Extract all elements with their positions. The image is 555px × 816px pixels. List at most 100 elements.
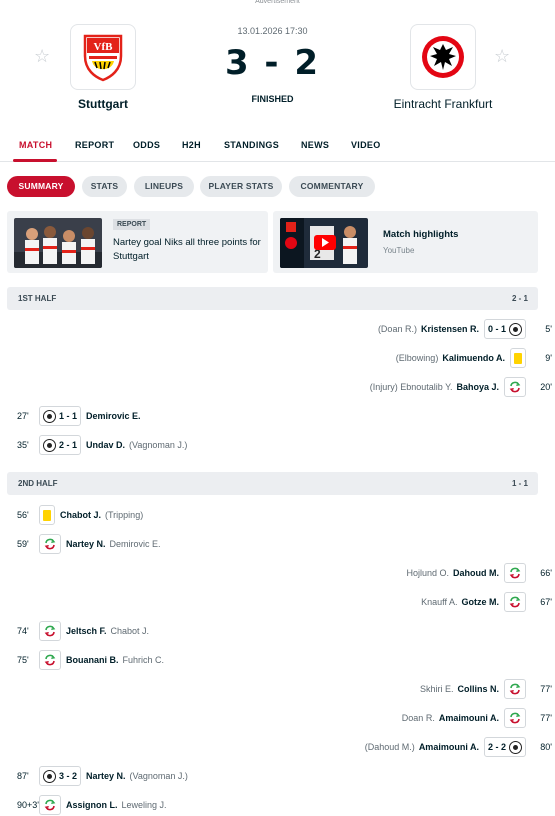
event-icon-box: 3 - 2 <box>39 766 82 786</box>
tab-video[interactable]: VIDEO <box>351 140 381 150</box>
event-row[interactable]: 75' Bouanani B. Fuhrich C. <box>17 649 164 671</box>
event-row[interactable]: 56' Chabot J. (Tripping) <box>17 504 143 526</box>
substitution-icon <box>43 653 57 667</box>
yellow-card-icon <box>514 352 522 364</box>
tab-odds[interactable]: ODDS <box>133 140 160 150</box>
yellow-card-icon <box>43 509 51 521</box>
first-half-header: 1ST HALF 2 - 1 <box>7 287 538 310</box>
event-player[interactable]: Bahoya J. <box>456 382 499 392</box>
event-minute: 66' <box>540 568 552 578</box>
video-title[interactable]: Match highlights <box>383 229 458 240</box>
away-team-logo[interactable] <box>410 24 476 90</box>
event-detail: Hojlund O. <box>406 568 449 578</box>
event-detail: (Injury) Ebnoutalib Y. <box>369 382 453 392</box>
summary-subtabs: SUMMARY STATS LINEUPS PLAYER STATS COMME… <box>0 176 555 198</box>
event-minute: 56' <box>17 510 29 520</box>
event-row[interactable]: 87' 3 - 2 Nartey N. (Vagnoman J.) <box>17 765 188 787</box>
event-icon-box <box>39 534 61 554</box>
event-detail: Knauff A. <box>421 597 458 607</box>
event-minute: 20' <box>540 382 552 392</box>
event-detail: (Dahoud M.) <box>364 742 415 752</box>
event-row[interactable]: 35' 2 - 1 Undav D. (Vagnoman J.) <box>17 434 187 456</box>
event-icon-box <box>510 348 526 368</box>
match-header: ☆ VfB Stuttgart 13.01.2026 17:30 3 - 2 F… <box>0 5 555 125</box>
report-title[interactable]: Nartey goal Niks all three points for St… <box>113 236 263 264</box>
event-minute: 59' <box>17 539 29 549</box>
event-row[interactable]: (Injury) Ebnoutalib Y. Bahoya J. 20' <box>369 376 552 398</box>
event-player[interactable]: Nartey N. <box>86 771 126 781</box>
away-team-name[interactable]: Eintracht Frankfurt <box>370 97 516 111</box>
event-player[interactable]: Gotze M. <box>462 597 500 607</box>
event-player[interactable]: Dahoud M. <box>453 568 499 578</box>
second-half-label: 2ND HALF <box>18 479 58 488</box>
event-row[interactable]: 74' Jeltsch F. Chabot J. <box>17 620 149 642</box>
event-icon-box: 2 - 1 <box>39 435 82 455</box>
tab-standings[interactable]: STANDINGS <box>224 140 279 150</box>
substitution-icon <box>43 624 57 638</box>
event-player[interactable]: Collins N. <box>457 684 499 694</box>
subtab-stats[interactable]: STATS <box>82 176 127 197</box>
event-detail: (Vagnoman J.) <box>129 440 188 450</box>
event-row[interactable]: (Elbowing) Kalimuendo A. 9' <box>396 347 552 369</box>
event-minute: 77' <box>540 713 552 723</box>
match-report-card[interactable]: REPORT Nartey goal Niks all three points… <box>7 211 268 273</box>
event-player[interactable]: Chabot J. <box>60 510 101 520</box>
tab-report[interactable]: REPORT <box>75 140 114 150</box>
event-row[interactable]: Doan R. Amaimouni A. 77' <box>401 707 552 729</box>
event-player[interactable]: Assignon L. <box>66 800 118 810</box>
second-half-header: 2ND HALF 1 - 1 <box>7 472 538 495</box>
event-player[interactable]: Nartey N. <box>66 539 106 549</box>
event-icon-box: 2 - 2 <box>483 737 526 757</box>
event-row[interactable]: (Dahoud M.) Amaimouni A. 2 - 2 80' <box>364 736 552 758</box>
event-player[interactable]: Amaimouni A. <box>439 713 499 723</box>
event-player[interactable]: Kristensen R. <box>421 324 479 334</box>
substitution-icon <box>508 566 522 580</box>
event-row[interactable]: 59' Nartey N. Demirovic E. <box>17 533 161 555</box>
event-icon-box <box>504 377 526 397</box>
event-row[interactable]: 90+3' Assignon L. Leweling J. <box>17 794 167 816</box>
first-half-score: 2 - 1 <box>511 294 528 303</box>
event-row[interactable]: Knauff A. Gotze M. 67' <box>421 591 552 613</box>
substitution-icon <box>508 595 522 609</box>
event-detail: Fuhrich C. <box>122 655 165 665</box>
event-row[interactable]: 27' 1 - 1 Demirovic E. <box>17 405 145 427</box>
event-detail: Doan R. <box>401 713 435 723</box>
subtab-commentary[interactable]: COMMENTARY <box>289 176 375 197</box>
event-player[interactable]: Kalimuendo A. <box>442 353 505 363</box>
substitution-icon <box>508 711 522 725</box>
tab-news[interactable]: NEWS <box>301 140 329 150</box>
event-player[interactable]: Amaimouni A. <box>419 742 479 752</box>
tab-h2h[interactable]: H2H <box>182 140 201 150</box>
highlights-video-card[interactable]: 3 2 Match highlights YouTube <box>273 211 538 273</box>
event-detail: (Vagnoman J.) <box>129 771 188 781</box>
event-icon-box <box>39 795 61 815</box>
event-row[interactable]: Hojlund O. Dahoud M. 66' <box>406 562 552 584</box>
event-icon-box <box>504 708 526 728</box>
event-icon-box <box>504 592 526 612</box>
event-player[interactable]: Jeltsch F. <box>66 626 107 636</box>
event-row[interactable]: Skhiri E. Collins N. 77' <box>419 678 552 700</box>
youtube-play-icon[interactable] <box>314 235 336 250</box>
event-minute: 35' <box>17 440 29 450</box>
goal-ball-icon <box>43 769 56 783</box>
event-score: 2 - 1 <box>59 440 78 450</box>
event-player[interactable]: Demirovic E. <box>86 411 141 421</box>
report-thumbnail <box>14 218 102 268</box>
event-detail: Skhiri E. <box>419 684 454 694</box>
subtab-summary[interactable]: SUMMARY <box>7 176 75 197</box>
eintracht-frankfurt-crest-icon <box>422 36 464 78</box>
event-minute: 87' <box>17 771 29 781</box>
active-tab-indicator <box>13 159 57 162</box>
subtab-lineups[interactable]: LINEUPS <box>134 176 194 197</box>
event-minute: 80' <box>540 742 552 752</box>
event-player[interactable]: Bouanani B. <box>66 655 119 665</box>
favorite-away-star-icon[interactable]: ☆ <box>494 46 510 67</box>
event-icon-box <box>504 679 526 699</box>
substitution-icon <box>43 798 57 812</box>
subtab-player-stats[interactable]: PLAYER STATS <box>200 176 282 197</box>
tab-match[interactable]: MATCH <box>19 140 52 150</box>
event-minute: 90+3' <box>17 800 39 810</box>
event-minute: 75' <box>17 655 29 665</box>
event-player[interactable]: Undav D. <box>86 440 125 450</box>
event-row[interactable]: (Doan R.) Kristensen R. 0 - 1 5' <box>378 318 552 340</box>
